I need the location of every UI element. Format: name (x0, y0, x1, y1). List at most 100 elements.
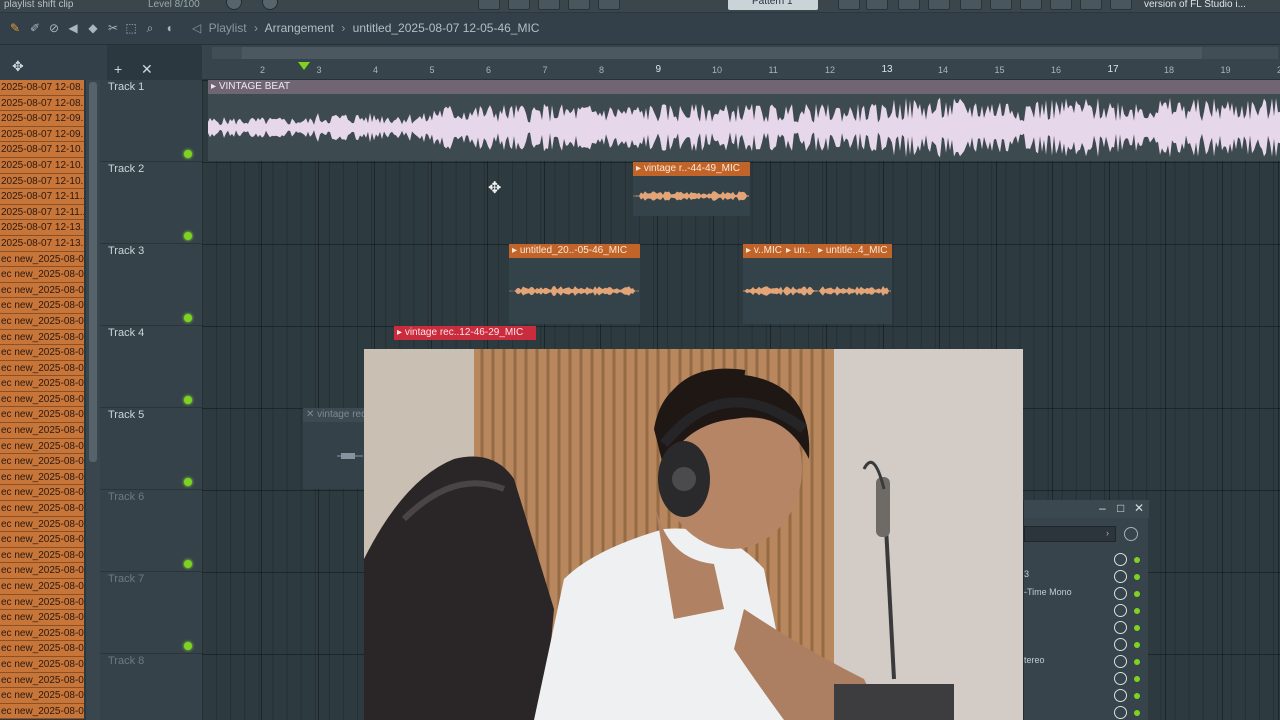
track-mute-led[interactable] (184, 232, 192, 240)
mixer-slot-knob[interactable] (1114, 672, 1127, 685)
pencil-icon[interactable]: ✎ (8, 21, 22, 35)
mixer-slot-knob[interactable] (1114, 604, 1127, 617)
mixer-slot-led[interactable] (1134, 557, 1140, 563)
clock-icon[interactable] (1124, 527, 1138, 541)
metronome-button[interactable] (1050, 0, 1072, 10)
browser-item[interactable]: ec new_2025-08-0.. (0, 423, 84, 439)
browser-item[interactable]: ec new_2025-08-0.. (0, 485, 84, 502)
browser-item[interactable]: 2025-08-07 12-09.. (0, 126, 84, 143)
browser-item[interactable]: 2025-08-07 12-10.. (0, 142, 84, 158)
mixer-slot-knob[interactable] (1114, 706, 1127, 719)
track-mute-led[interactable] (184, 150, 192, 158)
clip-vintage-beat[interactable]: ▸ VINTAGE BEAT (208, 80, 1280, 161)
browser-item[interactable]: ec new_2025-08-0.. (0, 532, 84, 548)
mixer-slot-led[interactable] (1134, 659, 1140, 665)
browser-item[interactable]: ec new_2025-08-0.. (0, 438, 84, 455)
browser-item[interactable]: ec new_2025-08-0.. (0, 267, 84, 283)
tempo-button[interactable] (1020, 0, 1042, 10)
clip-track5-muted[interactable]: ✕ vintage rec (303, 408, 365, 489)
browser-item[interactable]: ec new_2025-08-0.. (0, 656, 84, 673)
playhead-marker[interactable] (298, 62, 310, 70)
browser-item[interactable]: 2025-08-07 12-08.. (0, 95, 84, 112)
mute-icon[interactable]: ◀ (66, 21, 80, 35)
play-button[interactable] (508, 0, 530, 10)
browser-item[interactable]: ec new_2025-08-0.. (0, 610, 84, 626)
mixer-button[interactable] (898, 0, 920, 10)
breadcrumb-playlist[interactable]: Playlist (209, 21, 247, 35)
timeline-ruler[interactable]: 234567891011121314151617181920 (202, 45, 1280, 80)
mixer-slot-knob[interactable] (1114, 570, 1127, 583)
clip-track4-mic[interactable]: ▸ vintage rec..12-46-29_MIC (394, 326, 536, 344)
browser-item[interactable]: ec new_2025-08-0.. (0, 454, 84, 470)
browser-item[interactable]: 2025-08-07 12-09.. (0, 111, 84, 127)
browser-item[interactable]: ec new_2025-08-0.. (0, 501, 84, 517)
mixer-slot-knob[interactable] (1114, 587, 1127, 600)
mixer-slot-led[interactable] (1134, 608, 1140, 614)
plugin-button[interactable] (990, 0, 1012, 10)
mixer-slot-knob[interactable] (1114, 621, 1127, 634)
browser-item[interactable]: ec new_2025-08-0.. (0, 688, 84, 704)
browser-item[interactable]: ec new_2025-08-0.. (0, 563, 84, 579)
chevron-right-icon[interactable]: › (1106, 528, 1109, 538)
browser-item[interactable]: ec new_2025-08-0.. (0, 625, 84, 642)
track-name[interactable]: Track 5 (108, 409, 144, 421)
browser-scrollbar[interactable] (86, 80, 100, 720)
track-mute-led[interactable] (184, 478, 192, 486)
master-pitch-knob[interactable] (262, 0, 278, 10)
track-name[interactable]: Track 4 (108, 327, 144, 339)
move-icon[interactable]: ✥ (12, 58, 24, 75)
mixer-slot-knob[interactable] (1114, 689, 1127, 702)
browser-item[interactable]: ec new_2025-08-0.. (0, 407, 84, 424)
browser-button[interactable] (960, 0, 982, 10)
browser-item[interactable]: ec new_2025-08-0.. (0, 345, 84, 361)
clip-track2-mic[interactable]: ▸ vintage r..-44-49_MIC (633, 162, 750, 216)
paint-icon[interactable]: ✐ (28, 21, 42, 35)
breadcrumb-project[interactable]: untitled_2025-08-07 12-05-46_MIC (353, 21, 540, 35)
mixer-slot-knob[interactable] (1114, 553, 1127, 566)
track-header[interactable]: Track 3 (100, 244, 202, 326)
browser-item[interactable]: 2025-08-07 12-13.. (0, 235, 84, 252)
browser-scroll-thumb[interactable] (89, 82, 97, 462)
close-icon[interactable]: ✕ (141, 61, 153, 78)
clip-track3-mic-b3[interactable]: ▸ untitle..4_MIC (815, 244, 892, 324)
browser-item[interactable]: ec new_2025-08-0.. (0, 594, 84, 611)
track-mute-led[interactable] (184, 642, 192, 650)
mixer-slot-led[interactable] (1134, 642, 1140, 648)
slice-icon[interactable]: ✂ (106, 21, 120, 35)
playlist-scroll-thumb[interactable] (242, 47, 1202, 59)
track-name[interactable]: Track 6 (108, 491, 144, 503)
browser-item[interactable]: ec new_2025-08-0.. (0, 391, 84, 408)
add-track-icon[interactable]: + (114, 61, 122, 77)
track-header[interactable]: Track 7 (100, 572, 202, 654)
track-name[interactable]: Track 8 (108, 655, 144, 667)
playback-icon[interactable]: ◖ (162, 21, 176, 35)
track-name[interactable]: Track 2 (108, 163, 144, 175)
browser-item[interactable]: 2025-08-07 12-08.. (0, 80, 84, 96)
loop-record-button[interactable] (1110, 0, 1132, 10)
playlist-scrollbar[interactable] (212, 47, 1278, 59)
browser-item[interactable]: 2025-08-07 12-10.. (0, 157, 84, 174)
browser-item[interactable]: ec new_2025-08-0.. (0, 703, 84, 720)
track-mute-led[interactable] (184, 314, 192, 322)
browser-item[interactable]: ec new_2025-08-0.. (0, 641, 84, 657)
clip-track3-mic-b1[interactable]: ▸ v..MIC (743, 244, 783, 324)
song-mode-button[interactable] (598, 0, 620, 10)
mixer-slot-led[interactable] (1134, 693, 1140, 699)
mixer-slot-led[interactable] (1134, 625, 1140, 631)
select-icon[interactable]: ⬚ (124, 21, 138, 35)
mixer-slot-knob[interactable] (1114, 638, 1127, 651)
stop-button[interactable] (538, 0, 560, 10)
browser-item[interactable]: 2025-08-07 12-11.. (0, 189, 84, 205)
track-header[interactable]: Track 6 (100, 490, 202, 572)
browser-item[interactable]: ec new_2025-08-0.. (0, 579, 84, 595)
browser-item[interactable]: ec new_2025-08-0.. (0, 469, 84, 486)
browser-item[interactable]: ec new_2025-08-0.. (0, 282, 84, 299)
channel-rack-button[interactable] (866, 0, 888, 10)
transport-button[interactable] (478, 0, 500, 10)
mixer-slot-led[interactable] (1134, 574, 1140, 580)
browser-item[interactable]: ec new_2025-08-0.. (0, 298, 84, 314)
track-header[interactable]: Track 2 (100, 162, 202, 244)
close-icon[interactable]: ✕ (1134, 501, 1144, 515)
track-mute-led[interactable] (184, 560, 192, 568)
mixer-preset-select[interactable] (1024, 526, 1116, 542)
